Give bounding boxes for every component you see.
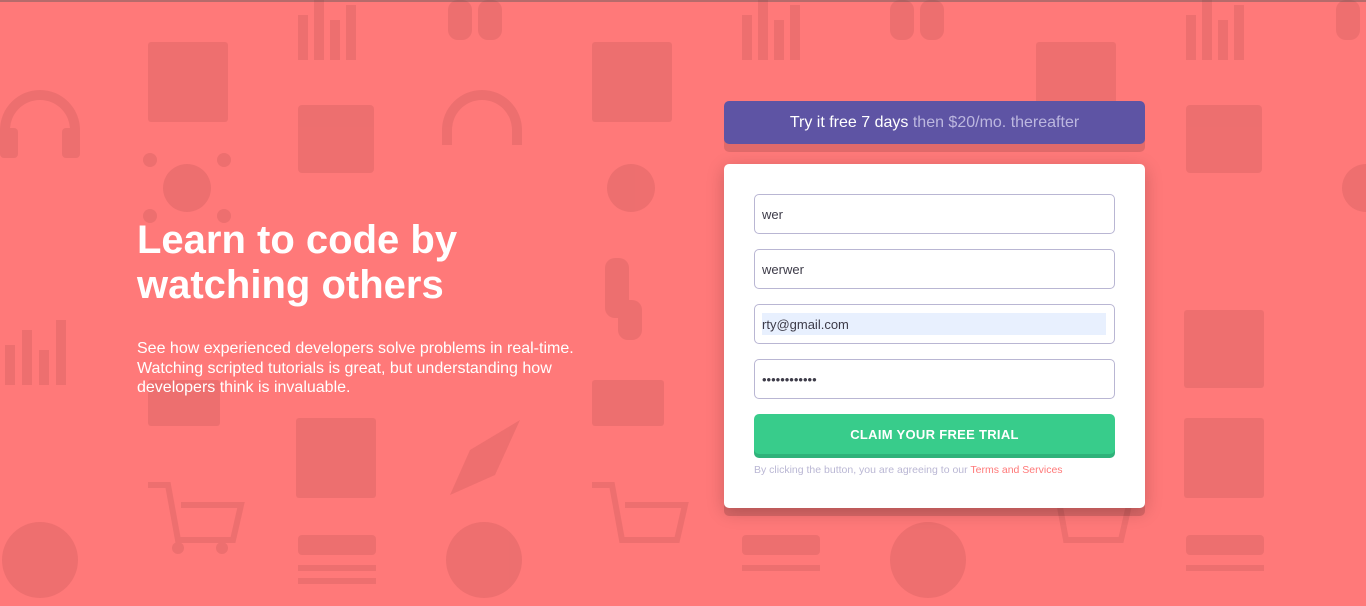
last-name-field[interactable] <box>754 249 1115 289</box>
landing-page: Learn to code by watching others See how… <box>0 0 1366 606</box>
browser-window-icon <box>1184 418 1264 498</box>
bar-chart-icon <box>742 0 800 60</box>
headset-icon <box>0 90 80 158</box>
toolbox-icon <box>298 105 374 173</box>
last-name-input[interactable] <box>762 258 1106 280</box>
network-icon <box>607 164 655 212</box>
first-name-input[interactable] <box>762 203 1106 225</box>
hero-title: Learn to code by watching others <box>137 218 458 307</box>
browser-window-icon <box>148 42 228 122</box>
toolbox-icon <box>1186 105 1262 173</box>
rocket-icon <box>450 420 520 495</box>
key-icon <box>1186 535 1264 571</box>
pencil-doc-icon <box>592 380 664 426</box>
headset-icon <box>442 90 522 145</box>
cart-icon <box>148 482 245 554</box>
globe-gear-icon <box>2 522 78 598</box>
bar-chart-icon <box>5 320 66 385</box>
cart-icon <box>592 482 689 543</box>
link-icon <box>605 258 642 340</box>
email-input[interactable] <box>762 313 1106 335</box>
first-name-field[interactable] <box>754 194 1115 234</box>
promo-price-text: then $20/mo. thereafter <box>912 114 1080 131</box>
bar-chart-icon <box>1186 0 1244 60</box>
key-icon <box>742 535 820 571</box>
browser-window-icon <box>592 42 672 122</box>
signup-form: CLAIM YOUR FREE TRIAL By clicking the bu… <box>724 164 1145 508</box>
bar-chart-icon <box>298 0 356 60</box>
hero-description: See how experienced developers solve pro… <box>137 340 574 396</box>
link-icon <box>1336 0 1360 40</box>
terms-link[interactable]: Terms and Services <box>970 464 1062 476</box>
trial-promo-banner: Try it free 7 days then $20/mo. thereaft… <box>724 101 1145 144</box>
terms-prefix: By clicking the button, you are agreeing… <box>754 464 971 476</box>
password-input[interactable] <box>762 368 1106 390</box>
hero-section: Learn to code by watching others See how… <box>137 218 597 398</box>
network-icon <box>143 153 231 223</box>
link-icon <box>890 0 944 40</box>
password-field[interactable] <box>754 359 1115 399</box>
link-icon <box>448 0 502 40</box>
browser-window-icon <box>296 418 376 498</box>
key-icon <box>298 535 376 584</box>
network-icon <box>1342 164 1366 212</box>
claim-free-trial-button[interactable]: CLAIM YOUR FREE TRIAL <box>754 414 1115 454</box>
promo-strong-text: Try it free 7 days <box>789 114 909 131</box>
folder-gear-icon <box>1184 310 1264 388</box>
globe-gear-icon <box>446 522 522 598</box>
globe-gear-icon <box>890 522 966 598</box>
terms-notice: By clicking the button, you are agreeing… <box>754 464 1115 476</box>
email-field[interactable] <box>754 304 1115 344</box>
